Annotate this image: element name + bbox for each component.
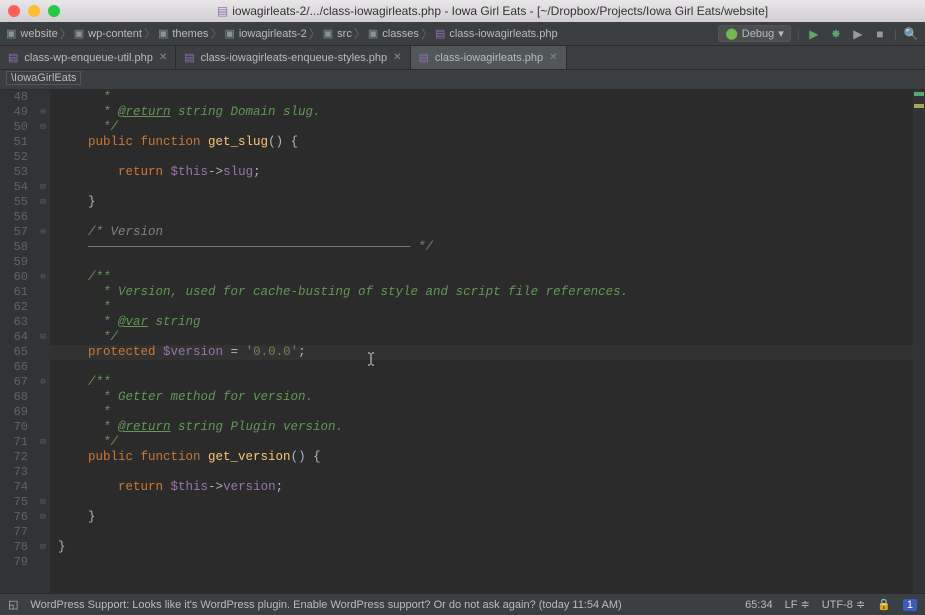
code-line[interactable]: ————————————————————————————————————————… <box>50 240 913 255</box>
navigation-bar: ▣website〉▣wp-content〉▣themes〉▣iowagirlea… <box>0 22 925 46</box>
breadcrumb-item[interactable]: ▣src <box>323 27 352 40</box>
code-line[interactable]: public function get_version() { <box>50 450 913 465</box>
search-icon[interactable]: 🔍 <box>903 26 919 42</box>
close-tab-icon[interactable]: ✕ <box>393 52 401 63</box>
editor-tab[interactable]: ▤class-iowagirleats.php✕ <box>411 46 567 69</box>
code-line[interactable] <box>50 525 913 540</box>
titlebar: ▤ iowagirleats-2/.../class-iowagirleats.… <box>0 0 925 22</box>
code-line[interactable]: */ <box>50 330 913 345</box>
code-line[interactable]: */ <box>50 120 913 135</box>
chevron-down-icon: ▾ <box>778 27 784 40</box>
breadcrumb-item[interactable]: ▣wp-content <box>74 27 142 40</box>
code-line[interactable]: /** <box>50 270 913 285</box>
close-window[interactable] <box>8 5 20 17</box>
marker-bar[interactable] <box>913 90 925 593</box>
code-line[interactable]: return $this->slug; <box>50 165 913 180</box>
code-line[interactable]: * <box>50 405 913 420</box>
breadcrumb-item[interactable]: ▣classes <box>368 27 419 40</box>
file-encoding[interactable]: UTF-8 ≑ <box>822 598 865 611</box>
folder-icon: ▣ <box>368 27 378 40</box>
run-config-selector[interactable]: ⬤ Debug ▾ <box>718 25 790 42</box>
code-line[interactable]: * Version, used for cache-busting of sty… <box>50 285 913 300</box>
code-line[interactable]: protected $version = '0.0.0'; <box>50 345 913 360</box>
zoom-window[interactable] <box>48 5 60 17</box>
php-icon: ▤ <box>217 4 228 18</box>
code-line[interactable]: } <box>50 510 913 525</box>
php-icon: ▤ <box>184 51 194 64</box>
code-line[interactable]: * <box>50 90 913 105</box>
chevron-right-icon: 〉 <box>60 25 72 42</box>
folder-icon: ▣ <box>224 27 234 40</box>
minimize-window[interactable] <box>28 5 40 17</box>
notification-badge[interactable]: 1 <box>903 599 917 611</box>
code-line[interactable] <box>50 495 913 510</box>
chevron-right-icon: 〉 <box>421 25 433 42</box>
chevron-right-icon: 〉 <box>144 25 156 42</box>
status-bar: ◱ WordPress Support: Looks like it's Wor… <box>0 593 925 615</box>
php-icon: ▤ <box>8 51 18 64</box>
lock-icon[interactable]: 🔒 <box>877 598 891 611</box>
run-button[interactable]: ▶ <box>806 26 822 42</box>
code-line[interactable]: public function get_slug() { <box>50 135 913 150</box>
php-icon: ▤ <box>435 27 445 40</box>
bug-icon: ⬤ <box>725 27 737 40</box>
path-breadcrumbs: ▣website〉▣wp-content〉▣themes〉▣iowagirlea… <box>6 25 558 42</box>
code-line[interactable]: return $this->version; <box>50 480 913 495</box>
php-icon: ▤ <box>419 51 429 64</box>
code-line[interactable]: * @return string Plugin version. <box>50 420 913 435</box>
code-line[interactable] <box>50 180 913 195</box>
chevron-right-icon: 〉 <box>354 25 366 42</box>
close-tab-icon[interactable]: ✕ <box>549 52 557 63</box>
fold-gutter[interactable]: ⊖⊟⊟⊟⊖⊖⊟⊖⊟⊟⊟⊟ <box>36 90 50 593</box>
chevron-right-icon: 〉 <box>210 25 222 42</box>
tool-window-icon[interactable]: ◱ <box>8 598 18 611</box>
coverage-button[interactable]: ▶ <box>850 26 866 42</box>
divider: | <box>797 27 800 41</box>
chevron-right-icon: 〉 <box>309 25 321 42</box>
cursor-position[interactable]: 65:34 <box>745 599 773 611</box>
divider: | <box>894 27 897 41</box>
code-line[interactable]: /* Version <box>50 225 913 240</box>
code-line[interactable] <box>50 150 913 165</box>
code-line[interactable]: * @var string <box>50 315 913 330</box>
close-tab-icon[interactable]: ✕ <box>159 52 167 63</box>
editor-area: 4849505152535455565758596061626364656667… <box>0 90 925 593</box>
code-line[interactable]: * @return string Domain slug. <box>50 105 913 120</box>
code-content[interactable]: * * @return string Domain slug. */ publi… <box>50 90 913 593</box>
code-line[interactable] <box>50 360 913 375</box>
code-line[interactable]: * Getter method for version. <box>50 390 913 405</box>
line-numbers: 4849505152535455565758596061626364656667… <box>0 90 36 593</box>
window-title: ▤ iowagirleats-2/.../class-iowagirleats.… <box>68 4 917 18</box>
code-line[interactable] <box>50 255 913 270</box>
breadcrumb-item[interactable]: ▣iowagirleats-2 <box>224 27 306 40</box>
code-line[interactable]: } <box>50 540 913 555</box>
code-line[interactable]: } <box>50 195 913 210</box>
editor-tabs: ▤class-wp-enqueue-util.php✕▤class-iowagi… <box>0 46 925 70</box>
breadcrumb-item[interactable]: ▣themes <box>158 27 208 40</box>
code-line[interactable] <box>50 555 913 570</box>
folder-icon: ▣ <box>158 27 168 40</box>
breadcrumb-item[interactable]: ▣website <box>6 27 58 40</box>
code-line[interactable] <box>50 465 913 480</box>
code-line[interactable]: /** <box>50 375 913 390</box>
editor-tab[interactable]: ▤class-iowagirleats-enqueue-styles.php✕ <box>176 46 410 69</box>
breadcrumb-item[interactable]: ▤class-iowagirleats.php <box>435 27 558 40</box>
debug-button[interactable]: ✸ <box>828 26 844 42</box>
code-line[interactable] <box>50 210 913 225</box>
line-separator[interactable]: LF ≑ <box>785 598 810 611</box>
folder-icon: ▣ <box>6 27 16 40</box>
status-marker <box>914 92 924 96</box>
status-message[interactable]: WordPress Support: Looks like it's WordP… <box>30 599 621 611</box>
code-line[interactable]: */ <box>50 435 913 450</box>
folder-icon: ▣ <box>74 27 84 40</box>
code-line[interactable]: * <box>50 300 913 315</box>
folder-icon: ▣ <box>323 27 333 40</box>
code-breadcrumb[interactable]: \IowaGirlEats <box>0 70 925 90</box>
window-controls <box>8 5 60 17</box>
editor-tab[interactable]: ▤class-wp-enqueue-util.php✕ <box>0 46 176 69</box>
warning-marker[interactable] <box>914 104 924 108</box>
stop-button[interactable]: ■ <box>872 26 888 42</box>
